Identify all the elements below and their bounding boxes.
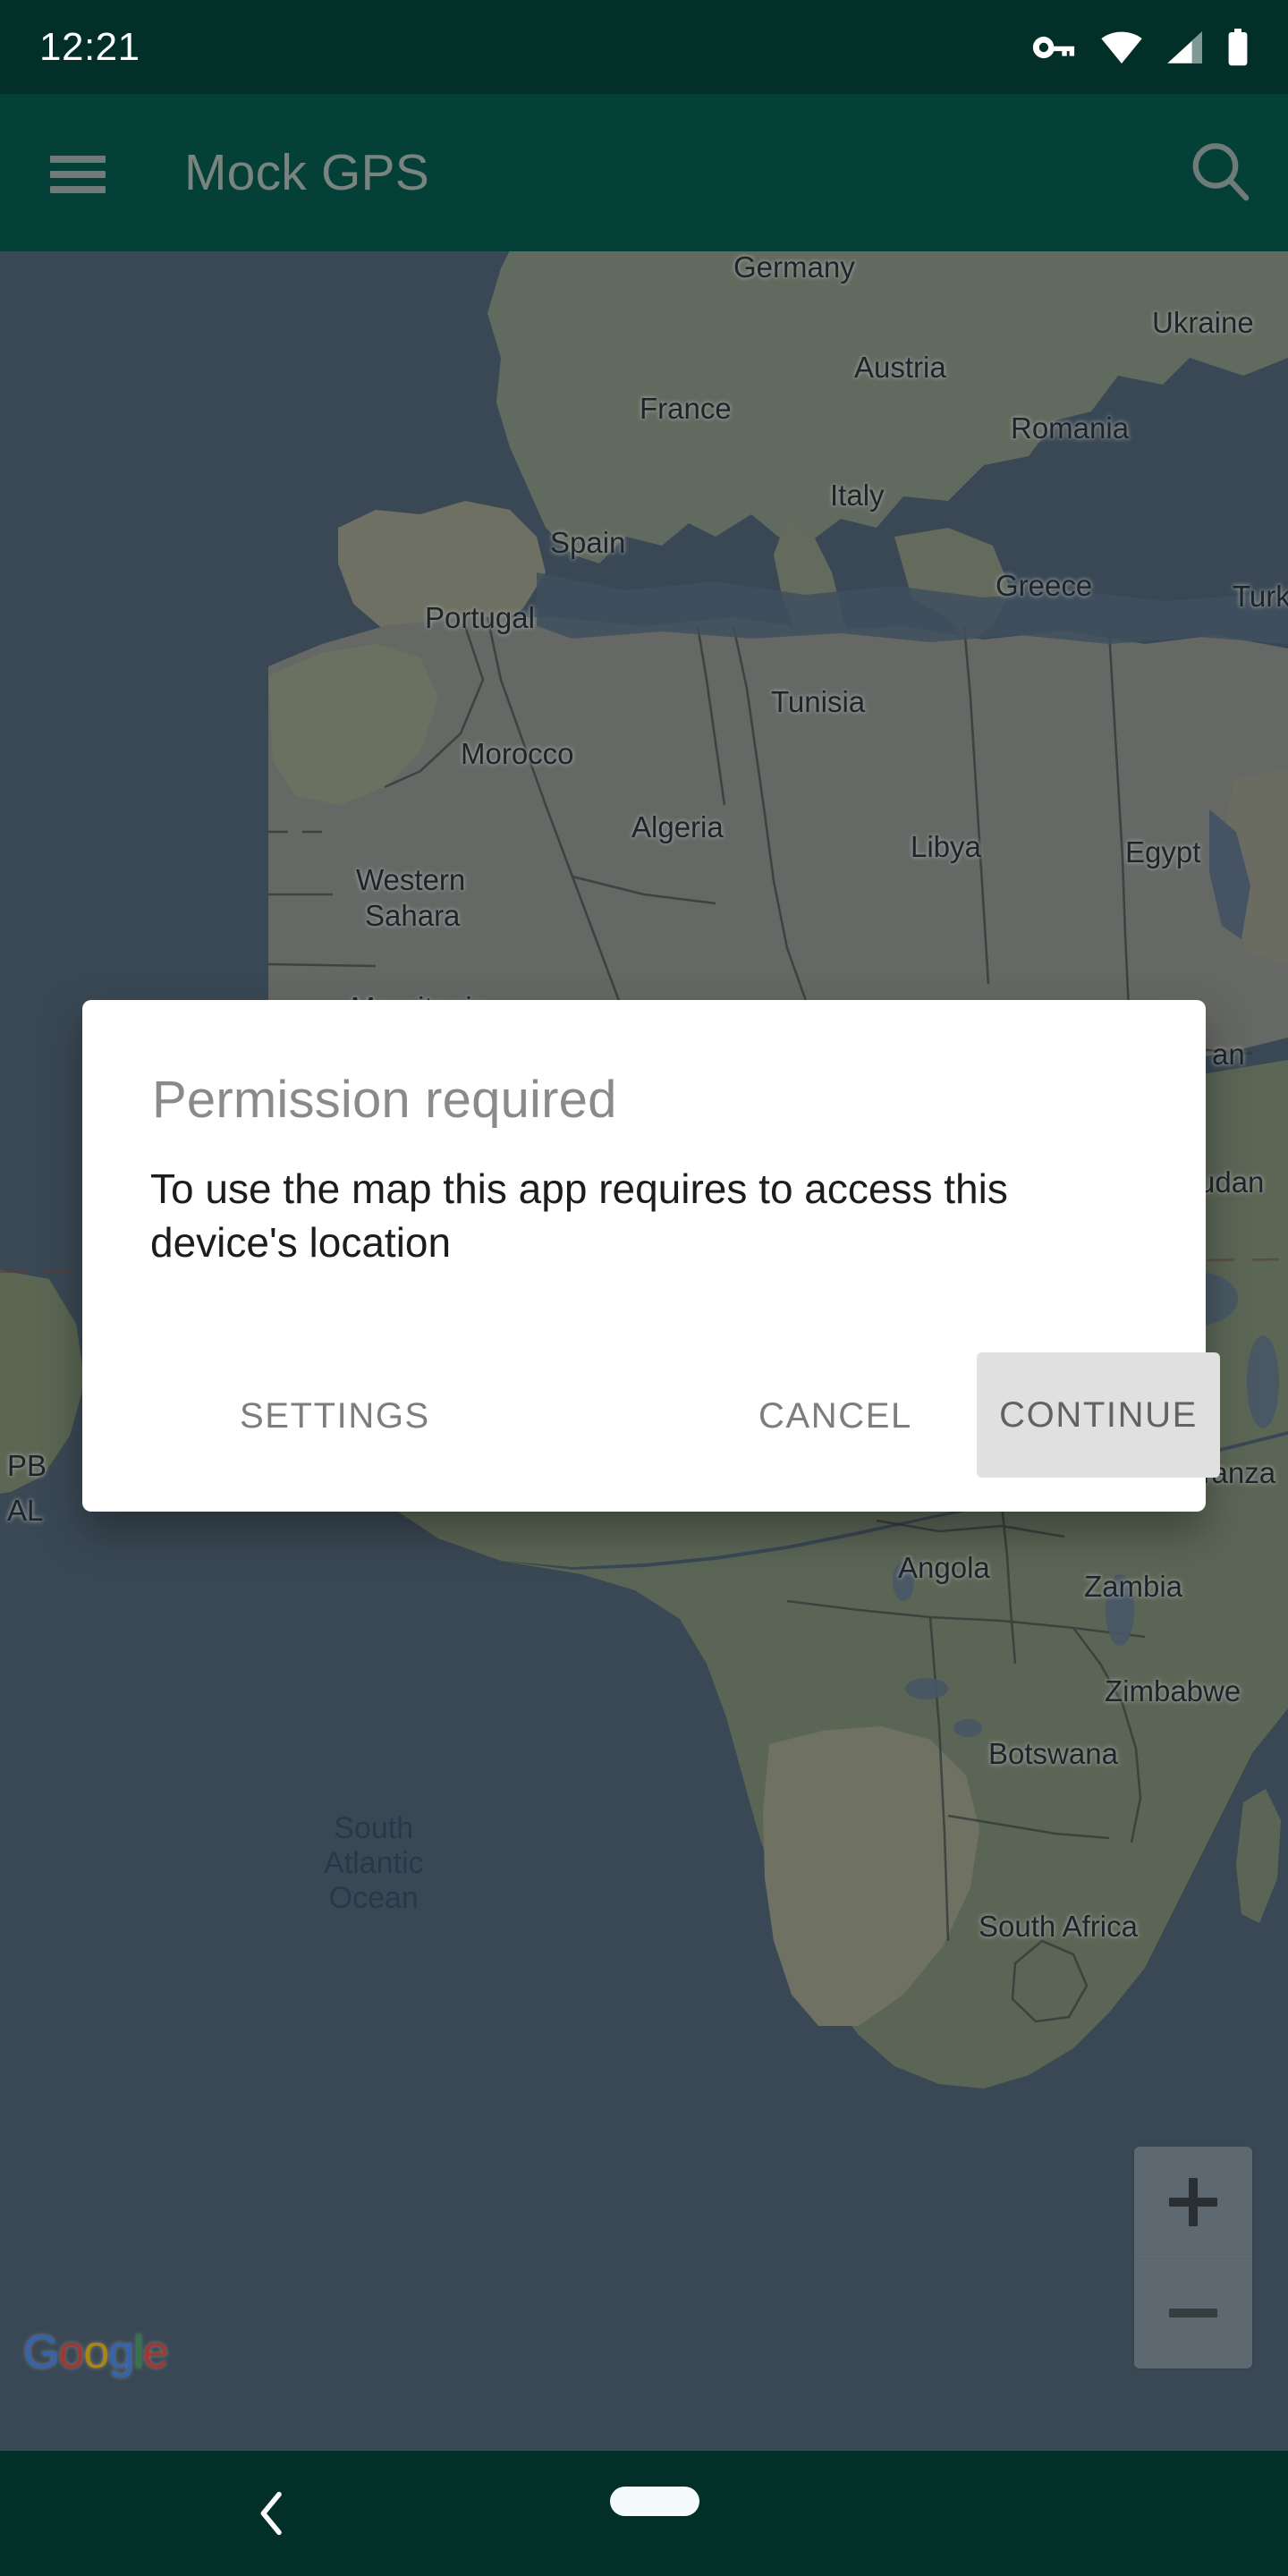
hamburger-bar-3 [50,186,106,193]
home-pill-indicator[interactable] [610,2487,699,2516]
status-bar-icons [1032,28,1249,66]
back-chevron-glyph [260,2491,282,2536]
app-bar: Mock GPS [0,94,1288,251]
status-bar-clock: 12:21 [39,24,140,69]
dialog-title: Permission required [152,1071,617,1129]
continue-button[interactable]: CONTINUE [977,1352,1220,1478]
battery-icon [1228,28,1248,65]
cancel-button[interactable]: CANCEL [732,1361,939,1470]
hamburger-bar-2 [50,171,106,178]
search-icon[interactable] [1186,138,1256,208]
phone-screen: Germany Ukraine Austria France Romania Italy S… [0,0,1288,2576]
back-chevron-icon[interactable] [243,2485,301,2542]
permission-dialog: Permission required To use the map this … [82,1000,1220,1512]
cellular-signal-icon [1167,30,1202,64]
page-title: Mock GPS [184,144,429,201]
dialog-message: To use the map this app requires to acce… [150,1165,1008,1266]
search-glyph [1192,143,1250,201]
dialog-button-row: SETTINGS CANCEL CONTINUE [82,1343,1220,1487]
vpn-key-icon [1032,36,1075,58]
status-bar: 12:21 [0,0,1288,94]
hamburger-menu-icon[interactable] [48,143,107,202]
settings-button[interactable]: SETTINGS [213,1361,457,1470]
wifi-icon [1101,31,1142,64]
hamburger-bar-1 [50,156,106,163]
